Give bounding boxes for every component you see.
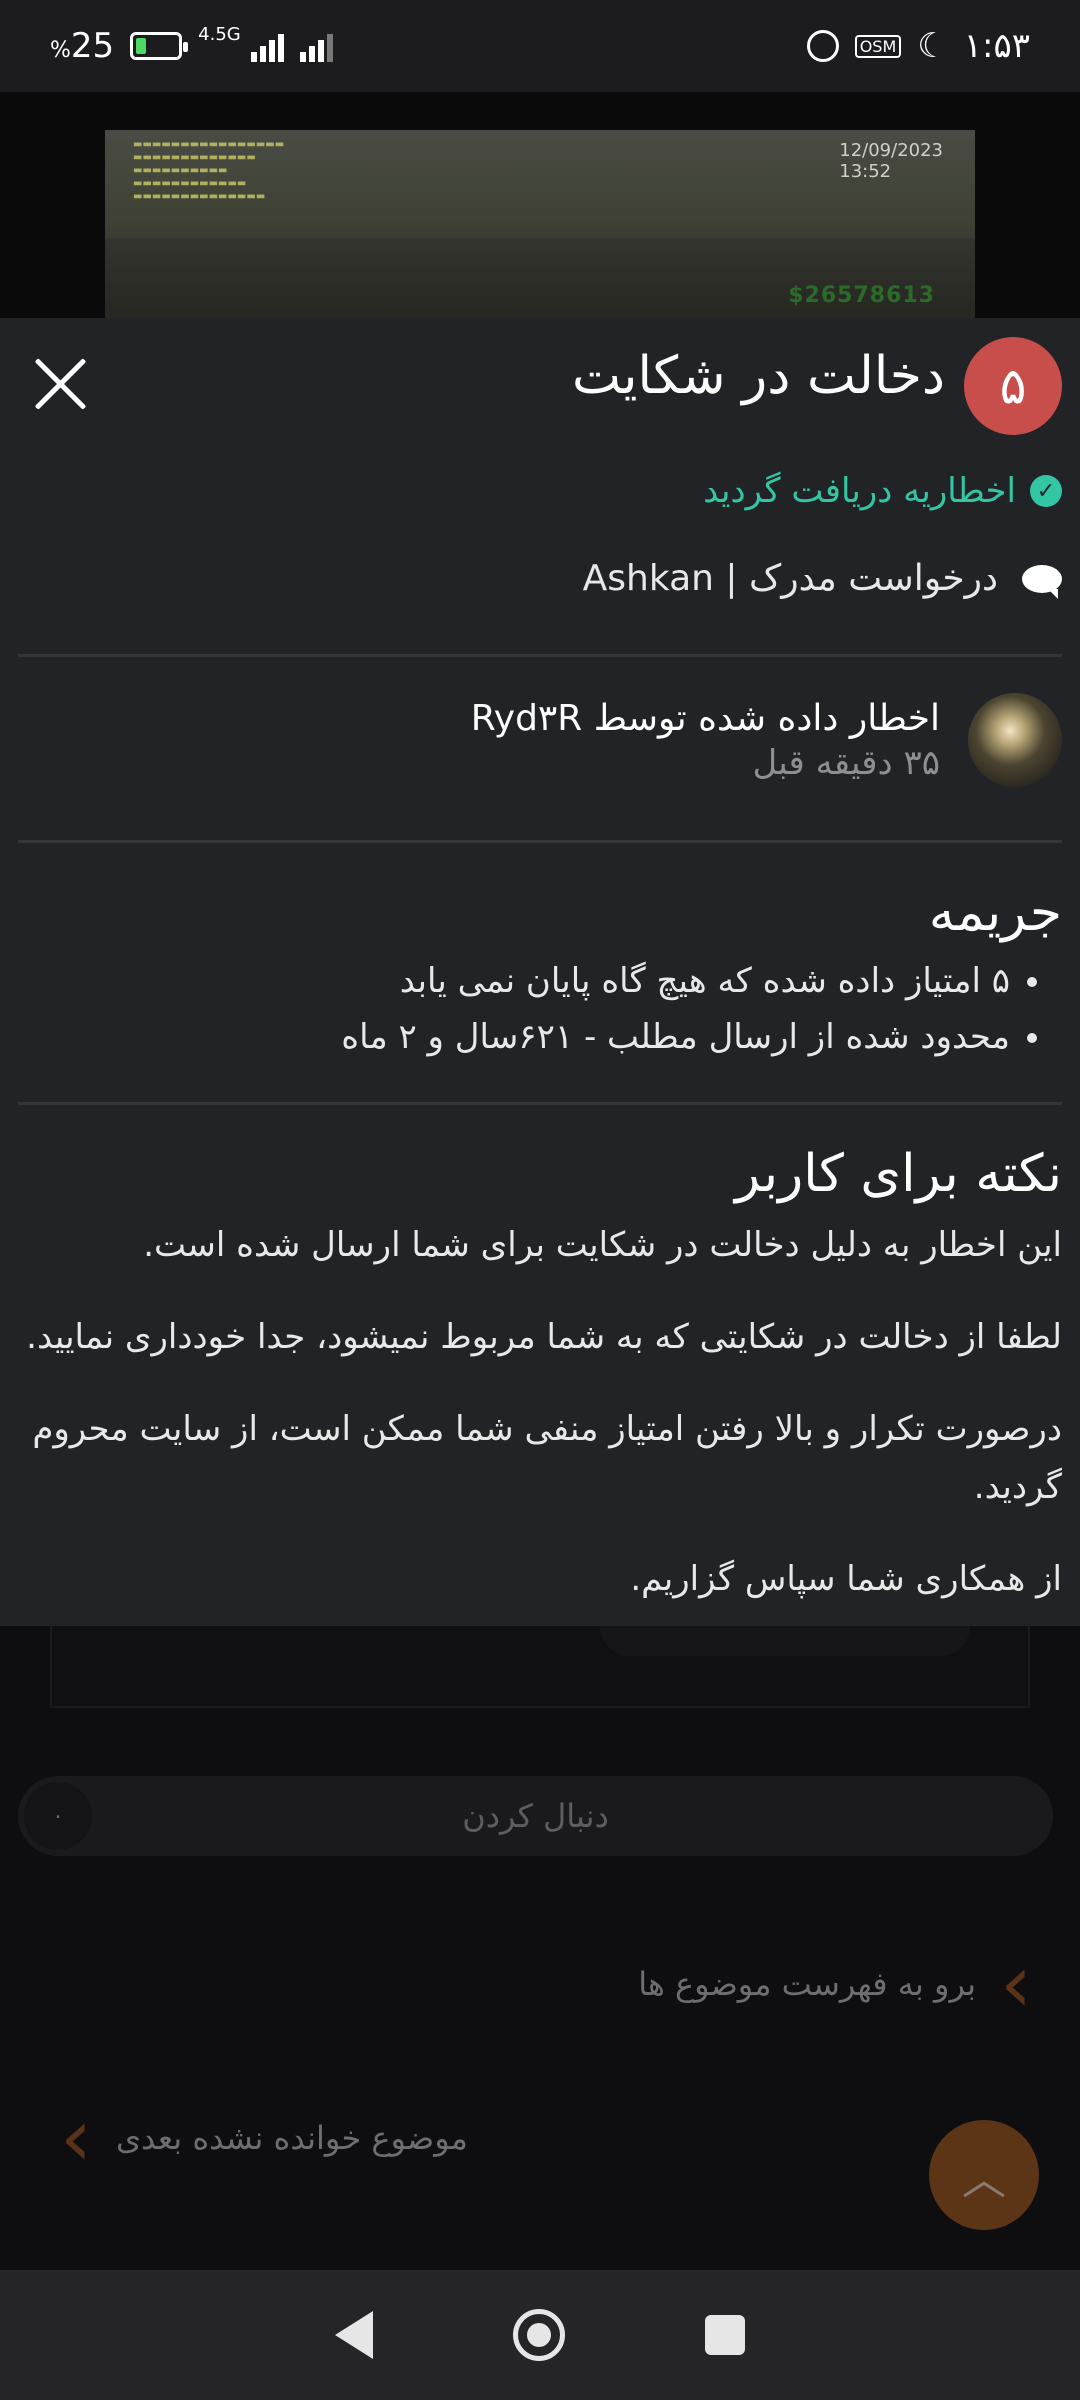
status-left: %25 4.5G xyxy=(50,23,333,66)
game-screenshot: ▬▬▬▬▬▬▬▬▬▬▬▬▬▬▬▬ ▬▬▬▬▬▬▬▬▬▬▬▬▬ ▬▬▬▬▬▬▬▬▬▬ ▬… xyxy=(105,130,975,318)
issuer-text-block: اخطار داده شده توسط Ryd۳R ۳۵ دقیقه قبل xyxy=(471,698,940,783)
game-hud-money: $26578613 xyxy=(788,283,935,308)
game-hud-time: 12/09/2023 13:52 xyxy=(839,140,943,182)
chevron-up-icon: ︿ xyxy=(962,2154,1006,2205)
goto-topic-list-link[interactable]: › برو به فهرست موضوع ها xyxy=(638,1944,1032,2024)
warned-content-text: درخواست مدرک | Ashkan xyxy=(582,558,998,599)
comment-icon xyxy=(1022,564,1062,599)
warning-sheet: ۵ دخالت در شکایت ✓ اخطاریه دریافت گردید … xyxy=(0,318,1080,1626)
note-title: نکته برای کاربر xyxy=(734,1144,1062,1204)
underlying-page: ۰ دنبال کردن › برو به فهرست موضوع ها ‹ م… xyxy=(0,1626,1080,2270)
goto-list-label: برو به فهرست موضوع ها xyxy=(638,1965,976,2003)
home-icon[interactable] xyxy=(513,2309,565,2361)
issuer-block: اخطار داده شده توسط Ryd۳R ۳۵ دقیقه قبل xyxy=(471,693,1062,787)
penalty-list: ۵ امتیاز داده شده که هیچ گاه پایان نمی ی… xyxy=(341,953,1040,1065)
warning-title: دخالت در شکایت xyxy=(571,346,945,406)
warned-content-link[interactable]: درخواست مدرک | Ashkan xyxy=(583,558,1062,599)
acknowledged-text: اخطاریه دریافت گردید xyxy=(703,471,1016,511)
penalty-title: جریمه xyxy=(928,883,1062,943)
battery-percent: %25 xyxy=(50,26,115,66)
signal-icon xyxy=(250,30,284,62)
follow-label: دنبال کردن xyxy=(462,1797,609,1835)
recents-icon[interactable] xyxy=(705,2315,745,2355)
check-circle-icon: ✓ xyxy=(1030,475,1062,507)
system-nav-bar xyxy=(0,2270,1080,2400)
status-bar: %25 4.5G OSM ☾ ۱:۵۳ xyxy=(0,0,1080,92)
note-paragraph: از همکاری شما سپاس گزاریم. xyxy=(630,1559,1062,1599)
note-paragraph: لطفا از دخالت در شکایتی که به شما مربوط … xyxy=(26,1317,1062,1357)
battery-icon xyxy=(130,32,189,60)
chevron-right-icon: › xyxy=(1000,1937,1032,2030)
avatar[interactable] xyxy=(968,693,1062,787)
note-paragraph: این اخطار به دلیل دخالت در شکایت برای شم… xyxy=(143,1225,1062,1265)
signal-2-icon xyxy=(299,30,333,62)
divider xyxy=(18,1102,1062,1105)
list-item: محدود شده از ارسال مطلب - ۶۲۱سال و ۲ ماه xyxy=(341,1009,1010,1065)
do-not-disturb-icon: ☾ xyxy=(917,26,948,66)
issued-time: ۳۵ دقیقه قبل xyxy=(752,742,941,783)
scroll-top-button[interactable]: ︿ xyxy=(929,2120,1039,2230)
follow-button[interactable]: ۰ دنبال کردن xyxy=(18,1776,1053,1856)
close-icon[interactable] xyxy=(30,354,90,414)
acknowledged-row: ✓ اخطاریه دریافت گردید xyxy=(703,471,1062,511)
underlying-pill xyxy=(600,1626,970,1656)
follow-count: ۰ xyxy=(24,1782,92,1850)
points-badge: ۵ xyxy=(964,337,1062,435)
note-paragraph: درصورت تکرار و بالا رفتن امتیاز منفی شما… xyxy=(32,1409,1062,1507)
network-type-label: 4.5G xyxy=(198,23,241,45)
back-icon[interactable] xyxy=(335,2311,373,2359)
next-unread-topic-link[interactable]: ‹ موضوع خوانده نشده بعدی xyxy=(60,2098,468,2178)
game-chat-overlay: ▬▬▬▬▬▬▬▬▬▬▬▬▬▬▬▬ ▬▬▬▬▬▬▬▬▬▬▬▬▬ ▬▬▬▬▬▬▬▬▬▬ ▬… xyxy=(133,139,285,202)
next-unread-label: موضوع خوانده نشده بعدی xyxy=(116,2119,468,2157)
background-strip: ▬▬▬▬▬▬▬▬▬▬▬▬▬▬▬▬ ▬▬▬▬▬▬▬▬▬▬▬▬▬ ▬▬▬▬▬▬▬▬▬▬ ▬… xyxy=(0,92,1080,318)
hotspot-icon xyxy=(806,30,839,62)
sheet-header: ۵ دخالت در شکایت xyxy=(0,318,1080,448)
chevron-left-icon: ‹ xyxy=(60,2091,92,2184)
issuer-name: اخطار داده شده توسط Ryd۳R xyxy=(470,697,940,739)
divider xyxy=(18,654,1062,657)
osm-icon: OSM xyxy=(854,34,902,58)
status-right: OSM ☾ ۱:۵۳ xyxy=(806,26,1030,66)
list-item: ۵ امتیاز داده شده که هیچ گاه پایان نمی ی… xyxy=(341,953,1010,1009)
clock: ۱:۵۳ xyxy=(963,26,1030,66)
divider xyxy=(18,840,1062,843)
